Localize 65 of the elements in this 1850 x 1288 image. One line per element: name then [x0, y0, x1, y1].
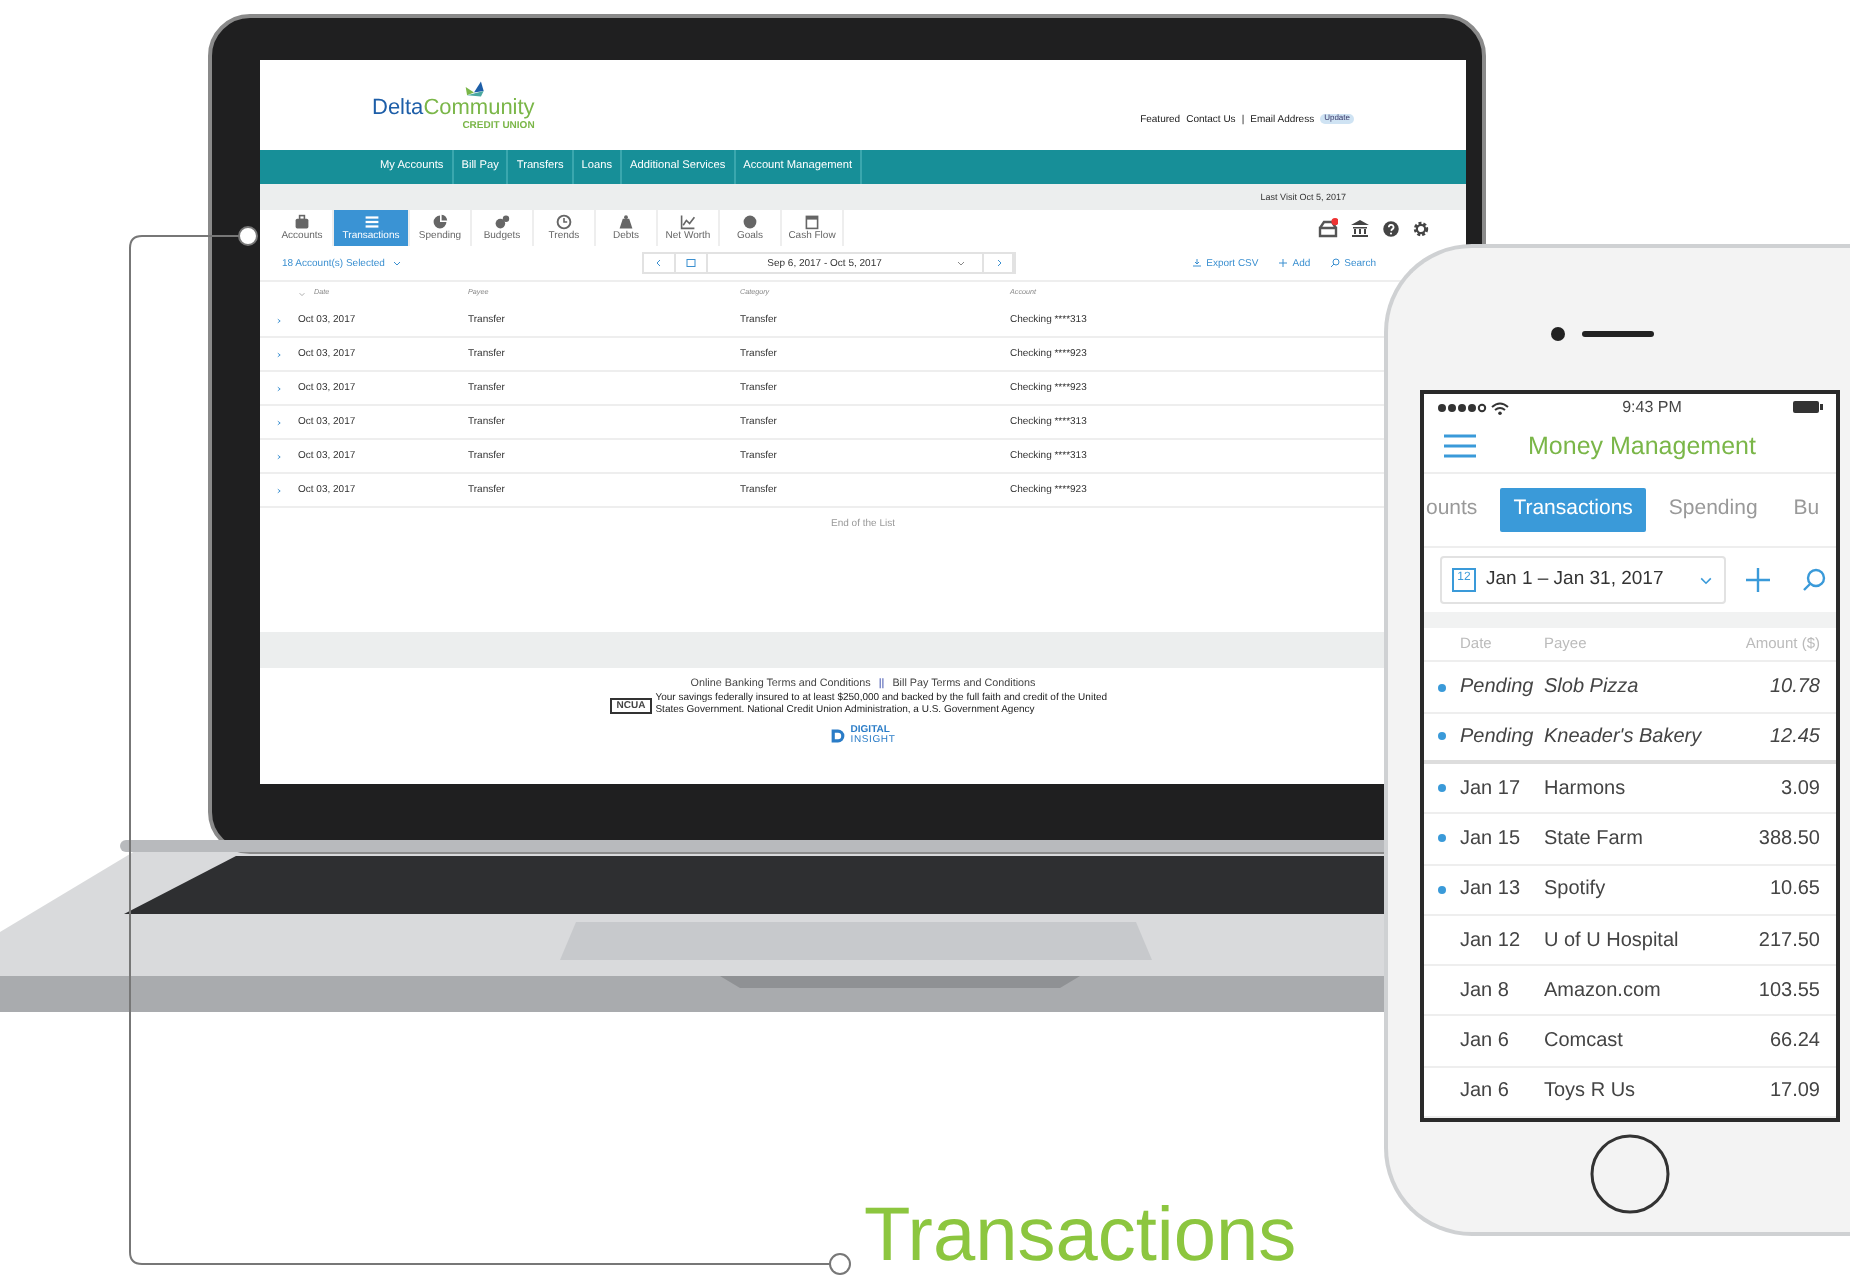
coins-icon: [494, 214, 510, 230]
table-cell-text: 17.09: [1769, 1078, 1820, 1107]
table-cell-text: Harmons: [1544, 775, 1628, 804]
transaction-row[interactable]: Jan 8 Amazon.com 103.55: [1424, 966, 1836, 1017]
table-cell-text: 10.78: [1769, 674, 1820, 703]
table-cell-text: 3.09: [1781, 775, 1820, 804]
clock-icon: [556, 214, 572, 230]
transaction-row[interactable]: Pending Slob Pizza 10.78: [1424, 662, 1836, 714]
weight-icon: [618, 214, 634, 230]
calendar-icon: [686, 258, 697, 268]
app-title: Money Management: [1528, 429, 1756, 464]
plus-icon[interactable]: [1745, 567, 1770, 592]
brand-name: DeltaCommunity: [372, 97, 535, 119]
table-cell-text: Jan 15: [1460, 825, 1523, 854]
signal-wifi-icon: [1436, 399, 1512, 416]
table-cell-text: 217.50: [1758, 927, 1820, 955]
table-cell-text: Jan 17: [1460, 775, 1523, 804]
caption-title: Transactions: [864, 1196, 1297, 1280]
table-cell-text: Spotify: [1544, 876, 1608, 905]
transaction-row[interactable]: Jan 6 Toys R Us 17.09: [1424, 1067, 1836, 1118]
table-cell-text: Slob Pizza: [1544, 674, 1641, 703]
search-icon[interactable]: [1330, 258, 1341, 268]
table-cell-text: Pending: [1460, 674, 1536, 703]
table-cell-text: Kneader's Bakery: [1544, 723, 1704, 752]
transaction-row[interactable]: Jan 12 U of U Hospital 217.50: [1424, 915, 1836, 967]
plus-icon[interactable]: [1278, 258, 1289, 268]
bank-icon[interactable]: [1350, 218, 1370, 238]
table-cell-text: Jan 8: [1460, 977, 1511, 1006]
table-cell-text: Toys R Us: [1544, 1078, 1638, 1107]
help-icon[interactable]: [1382, 219, 1400, 237]
camera-speaker-icon: [1550, 326, 1654, 342]
transaction-row[interactable]: Jan 17 Harmons 3.09: [1424, 763, 1836, 815]
status-time: 9:43 PM: [1622, 395, 1682, 420]
transaction-row[interactable]: Jan 6 Comcast 66.24: [1424, 1016, 1836, 1068]
d-logo-icon: [830, 727, 847, 744]
table-cell-text: Jan 13: [1460, 876, 1523, 905]
transaction-row[interactable]: Jan 13 Spotify 10.65: [1424, 865, 1836, 916]
settings-icon[interactable]: [1412, 219, 1430, 237]
search-icon[interactable]: [1801, 567, 1826, 592]
menu-icon[interactable]: [1444, 432, 1476, 461]
line-chart-icon: [680, 214, 696, 230]
transaction-row[interactable]: Jan 15 State Farm 388.50: [1424, 814, 1836, 866]
inbox-icon[interactable]: [1318, 218, 1338, 238]
battery-icon: [1791, 400, 1824, 415]
home-button[interactable]: [1590, 1134, 1670, 1214]
table-cell-text: Jan 6: [1460, 1078, 1511, 1107]
table-cell-text: U of U Hospital: [1544, 927, 1681, 955]
wing-logo-icon: [460, 79, 488, 97]
table-cell-text: Jan 6: [1460, 1028, 1511, 1057]
table-cell-text: Amazon.com: [1544, 977, 1663, 1006]
download-icon[interactable]: [1192, 258, 1203, 268]
pie-chart-icon: [432, 214, 448, 230]
table-cell-text: Pending: [1460, 723, 1536, 752]
transaction-row[interactable]: Pending Kneader's Bakery 12.45: [1424, 713, 1836, 764]
list-icon: [363, 214, 379, 230]
table-cell-text: 103.55: [1758, 977, 1820, 1006]
table-cell-text: 12.45: [1769, 723, 1820, 752]
table-cell-text: 388.50: [1758, 825, 1820, 854]
table-cell-text: 66.24: [1769, 1028, 1820, 1057]
table-cell-text: State Farm: [1544, 825, 1645, 854]
table-cell-text: 10.65: [1769, 876, 1820, 905]
briefcase-icon: [294, 214, 310, 230]
calendar-icon: [804, 214, 820, 230]
table-cell-text: Jan 12: [1460, 927, 1523, 955]
table-cell-text: Comcast: [1544, 1028, 1625, 1057]
